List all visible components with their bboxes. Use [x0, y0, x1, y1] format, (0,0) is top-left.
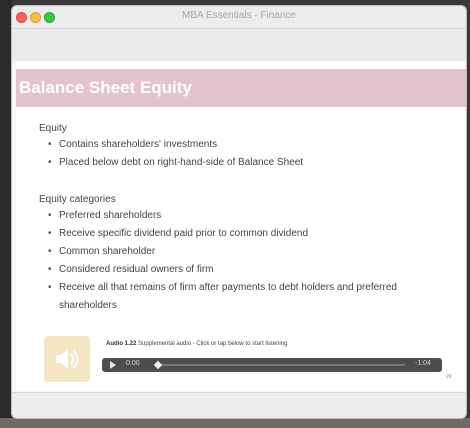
audio-scrubber-handle[interactable]	[153, 360, 163, 370]
remaining-time: -1:04	[415, 360, 431, 367]
list-item: Considered residual owners of firm	[48, 261, 213, 278]
list-item: Receive all that remains of firm after p…	[48, 279, 397, 296]
page-number: 29	[446, 374, 452, 380]
title-bar[interactable]: MBA Essentials - Finance	[12, 6, 466, 29]
slide-banner: Balance Sheet Equity	[16, 69, 466, 107]
section-heading-equity: Equity	[39, 123, 67, 134]
list-item-continuation: shareholders	[59, 300, 117, 311]
slide-page: Balance Sheet Equity Equity Contains sha…	[16, 61, 466, 391]
app-window: MBA Essentials - Finance Balance Sheet E…	[12, 6, 466, 418]
audio-player[interactable]: 0:00 -1:04	[102, 358, 442, 372]
audio-speaker-icon[interactable]	[44, 336, 90, 382]
toolbar-area	[12, 29, 466, 61]
bottom-bar	[12, 392, 466, 418]
audio-caption: Audio 1.22 Supplemental audio - Click or…	[106, 341, 287, 347]
list-item: Receive specific dividend paid prior to …	[48, 225, 308, 242]
slide-title: Balance Sheet Equity	[19, 78, 192, 97]
background-bottom	[0, 418, 470, 428]
section-heading-categories: Equity categories	[39, 194, 116, 205]
speaker-icon	[56, 349, 79, 369]
audio-label: Audio 1.22	[106, 341, 137, 347]
list-item: Contains shareholders' investments	[48, 136, 217, 153]
play-icon[interactable]	[110, 361, 116, 369]
background-left	[0, 0, 12, 428]
window-title: MBA Essentials - Finance	[182, 10, 296, 21]
list-item: Common shareholder	[48, 243, 155, 260]
audio-progress-track[interactable]	[157, 364, 405, 366]
list-item: Placed below debt on right-hand-side of …	[48, 154, 303, 171]
list-item: Preferred shareholders	[48, 207, 161, 224]
current-time: 0:00	[126, 360, 140, 367]
audio-caption-text: Supplemental audio - Click or tap below …	[138, 341, 288, 347]
